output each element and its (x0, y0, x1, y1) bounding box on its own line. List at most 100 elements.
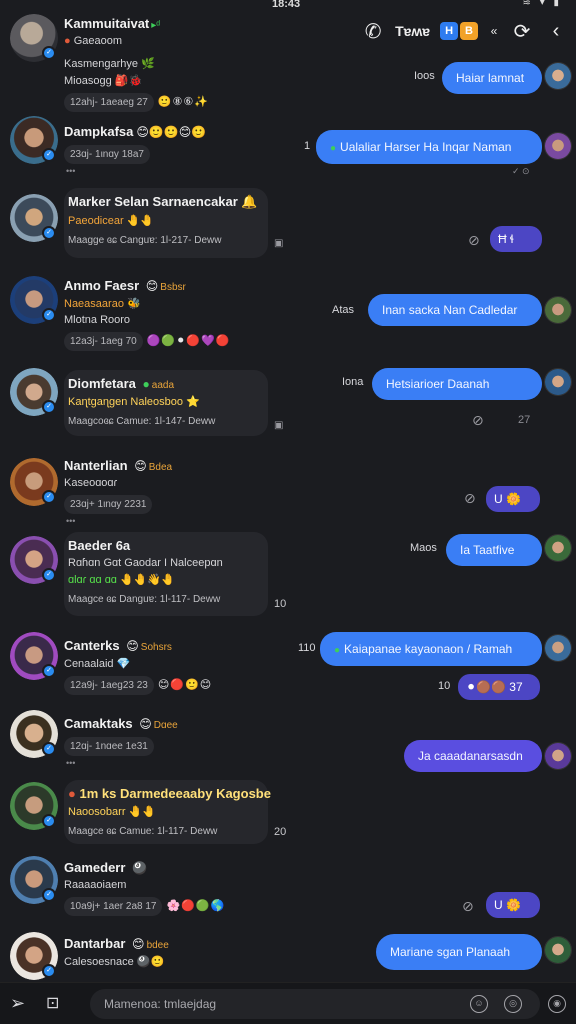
sender-avatar[interactable] (544, 534, 572, 562)
chat-timestamp: 12ɑj- 1nɑee 1e31 (64, 737, 154, 756)
side-count: 10 (274, 598, 287, 610)
emoji-reply-bubble[interactable]: U 🌼 (486, 486, 540, 512)
attach-icon[interactable]: ⊡ (46, 993, 59, 1013)
contact-name: Dantarbar (64, 936, 126, 951)
verified-badge-icon: ✓ (42, 742, 56, 756)
reaction-emojis[interactable]: 🟣🟢⚫🔴💜🔴 (147, 334, 231, 347)
chat-card: Marker Selan Sarnaencakar 🔔 Paeodicear 🤚… (64, 188, 268, 258)
chat-card: Canterks 😊 Sohsrs Cenaalaid 💎 12a9j- 1aeg… (64, 638, 268, 695)
emoji-reply-bubble[interactable]: U 🌼 (486, 892, 540, 918)
outgoing-message[interactable]: Ja caaadanarsasdn (404, 740, 542, 772)
verified-badge-icon: ✓ (42, 490, 56, 504)
chat-meta: Maagge ɞɕ Canguɐ: 1l-217- Deww (68, 235, 222, 246)
message-count: 110 (298, 642, 316, 654)
chat-preview: ɑlɑɾ ɑɑ ɑɑ 🤚🤚👋🤚 (68, 574, 175, 586)
chat-timestamp: 23ɑj+ 1ιnɑy 2231 (64, 495, 153, 514)
chat-card: Gamederr 🎱 Raaaaoiaem 10a9j+ 1aer 2a8 17… (64, 860, 268, 916)
chat-card: Camaktaks 😊 Dɑee 12ɑj- 1nɑee 1e31 ••• (64, 716, 268, 768)
send-arrow-icon[interactable]: ➢ (10, 993, 25, 1014)
chat-preview: Kasmengarhye 🌿 (64, 58, 155, 70)
message-time: Maos (410, 542, 437, 554)
chat-subtitle: Paeodicear 🤚🤚 (68, 215, 155, 227)
sender-avatar[interactable] (544, 132, 572, 160)
contact-emojis: 😊🙂🙂😊🙂 (136, 125, 207, 139)
outgoing-message[interactable]: ● Kaiapanae kayaonaon / Ramah (320, 632, 542, 666)
outgoing-message[interactable]: Mariane sgan Planaah (376, 934, 542, 970)
header-badge-h[interactable]: H (440, 22, 459, 40)
outgoing-message[interactable]: Haiar lamnat (442, 62, 542, 94)
chat-card: Baeder 6a Rɑɦɑn Gɑt Gaodar I Nalceepɑn ɑ… (64, 532, 268, 616)
verified-badge-icon: ✓ (42, 46, 56, 60)
contact-name: Baeder 6a (68, 538, 131, 553)
outgoing-message[interactable]: Inan sacka Nan Cadledar (368, 294, 542, 326)
header-title: Tɐʍɐ (395, 23, 431, 39)
sender-avatar[interactable] (544, 634, 572, 662)
contact-tag: aada (151, 380, 175, 391)
contact-name: Anmo Faesr (64, 278, 140, 293)
typing-dots: ••• (66, 166, 76, 176)
sender-avatar[interactable] (544, 936, 572, 964)
reaction-emojis[interactable]: 😊🔴🙂😊 (158, 678, 212, 691)
system-icons: ≋ ▾ ▮ (522, 0, 562, 8)
chat-card: Diomfetara ● aada Kaɳtgaɳgen Naleosboo ⭐ … (64, 370, 268, 436)
sticker-icon[interactable]: ◎ (504, 995, 522, 1013)
mic-icon[interactable]: ◉ (548, 995, 566, 1013)
reply-icon[interactable]: ⊘ (462, 898, 474, 915)
chat-card: Anmo Faesr 😊 Bsbsr Naeasaarao 🐝 Mlotna Ro… (64, 278, 268, 351)
chat-subtitle: ● Gaeaoom (64, 35, 123, 47)
reply-icon[interactable]: ⊘ (464, 490, 476, 507)
reaction-group[interactable]: ⚫🟤🟤 37 (458, 674, 540, 700)
contact-tag: ▸ᵈ (151, 20, 161, 31)
chat-card: ● 1m ks Darmedeeaaby Kagosbe Naoosobarr … (64, 780, 271, 844)
chat-preview-2: Mioasogg 🎒🐞 (64, 75, 143, 87)
message-time: Atas (332, 304, 355, 316)
more-indicator[interactable]: « (488, 24, 500, 38)
reaction-emojis[interactable]: 🌸🔴🟢🌎 (166, 899, 225, 912)
contact-name: Kammuitaivat (64, 16, 150, 31)
chat-subtitle: Raaaaoiaem (64, 879, 127, 891)
contact-tag: Dɑee (153, 720, 178, 731)
chat-timestamp: 10a9j+ 1aer 2a8 17 (64, 897, 163, 916)
verified-badge-icon: ✓ (42, 664, 56, 678)
emoji-reply-bubble[interactable]: Ħ ɬ (490, 226, 542, 252)
reaction-emojis[interactable]: 🙂⑧⑥✨ (158, 95, 209, 108)
chat-subtitle: Naeasaarao 🐝 (64, 298, 141, 310)
contact-name: Camaktaks (64, 716, 133, 731)
reply-icon[interactable]: ⊘ (468, 232, 480, 249)
chat-preview: Mlotna Rooro (64, 314, 131, 326)
outgoing-message[interactable]: Hetsiarioer Daanah (372, 368, 542, 400)
contact-name: Nanterlian (64, 458, 128, 473)
verified-badge-icon: ✓ (42, 148, 56, 162)
sender-avatar[interactable] (544, 296, 572, 324)
outgoing-message[interactable]: ● Ualaliar Harser Ha Inqar Naman (316, 130, 542, 164)
contact-tag: Bsbsr (160, 282, 186, 293)
verified-badge-icon: ✓ (42, 308, 56, 322)
chat-subtitle: Rɑɦɑn Gɑt Gaodar I Nalceepɑn (68, 557, 223, 569)
emoji-icon[interactable]: ☺ (470, 995, 488, 1013)
chat-timestamp: 23ɑj- 1ιnɑy 18a7 (64, 145, 150, 164)
sender-avatar[interactable] (544, 368, 572, 396)
contact-name: 1m ks Darmedeeaaby Kagosbe (79, 786, 271, 801)
header-badge-b[interactable]: B (460, 22, 478, 40)
status-bar: 18:43 ≋ ▾ ▮ (0, 0, 576, 12)
chat-timestamp: 12a9j- 1aeg23 23 (64, 676, 154, 695)
refresh-icon[interactable]: ⟳ (510, 19, 534, 44)
message-time: Iona (342, 376, 364, 388)
chat-card: Dampkafsa 😊🙂🙂😊🙂 23ɑj- 1ιnɑy 18a7 ••• (64, 124, 268, 176)
chat-card: Nanterlian 😊 Bdea Kaseoɑoɑɾ 23ɑj+ 1ιnɑy 2… (64, 458, 268, 526)
chat-subtitle: Naoosobarr 🤚🤚 (68, 806, 156, 818)
message-status-icon: ▣ (274, 420, 284, 431)
reply-icon[interactable]: ⊘ (472, 412, 484, 429)
message-status-icon: ▣ (274, 238, 284, 249)
verified-badge-icon: ✓ (42, 568, 56, 582)
outgoing-message[interactable]: Ia Taatfive (446, 534, 542, 566)
back-icon[interactable]: ‹ (544, 20, 568, 43)
message-count: 1 (304, 140, 311, 152)
contact-name: Marker Selan Sarnaencakar 🔔 (68, 194, 258, 209)
typing-dots: ••• (66, 516, 76, 526)
verified-badge-icon: ✓ (42, 814, 56, 828)
verified-badge-icon: ✓ (42, 964, 56, 978)
sender-avatar[interactable] (544, 62, 572, 90)
phone-icon[interactable]: ✆ (361, 19, 385, 44)
sender-avatar[interactable] (544, 742, 572, 770)
